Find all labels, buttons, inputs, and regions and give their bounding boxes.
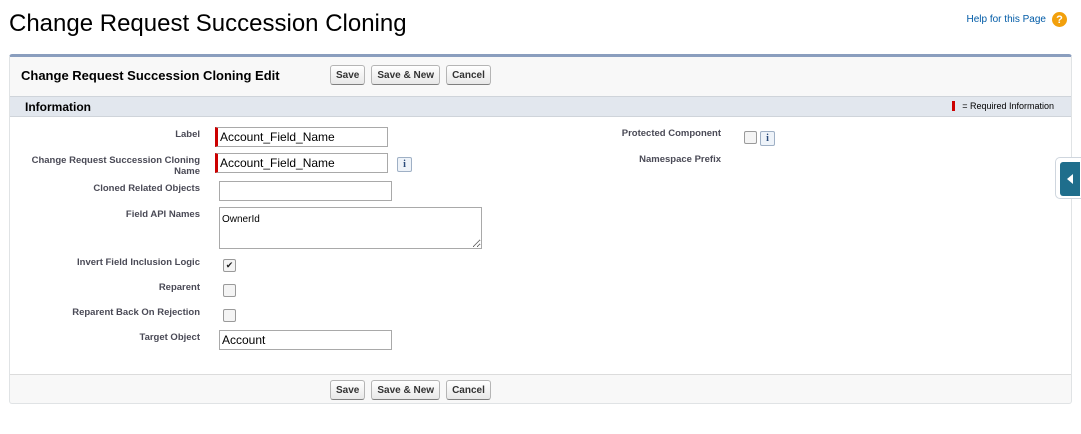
- namespace-prefix-label: Namespace Prefix: [639, 154, 721, 165]
- section-title: Information: [25, 100, 91, 114]
- cloning-name-label: Change Request Succession Cloning Name: [31, 155, 200, 177]
- reparent-label: Reparent: [158, 282, 200, 293]
- edit-page-block: Change Request Succession Cloning Edit S…: [9, 54, 1072, 404]
- cloning-name-input[interactable]: [215, 153, 388, 173]
- reparent-back-checkbox[interactable]: [223, 309, 236, 322]
- field-api-names-label: Field API Names: [125, 209, 200, 220]
- protected-component-checkbox[interactable]: [744, 131, 757, 144]
- label-field-label: Label: [175, 129, 200, 140]
- target-object-input[interactable]: [219, 330, 392, 350]
- reparent-back-label: Reparent Back On Rejection: [72, 307, 200, 318]
- page-block-title: Change Request Succession Cloning Edit: [21, 68, 280, 83]
- required-legend-text: = Required Information: [962, 101, 1054, 111]
- save-and-new-button[interactable]: Save & New: [371, 380, 441, 400]
- required-indicator-icon: [952, 101, 956, 111]
- save-button[interactable]: Save: [330, 380, 366, 400]
- page-title: Change Request Succession Cloning: [9, 10, 407, 37]
- cloned-related-objects-input[interactable]: [219, 181, 392, 201]
- required-legend: = Required Information: [952, 101, 1054, 111]
- bottom-button-row: Save Save & New Cancel: [330, 380, 491, 400]
- sidebar-toggle-handle[interactable]: [1060, 162, 1080, 196]
- invert-logic-checkbox[interactable]: ✔: [223, 259, 236, 272]
- field-api-names-textarea[interactable]: OwnerId: [219, 207, 482, 249]
- section-body: Label Change Request Succession Cloning …: [10, 117, 1071, 374]
- help-link-area[interactable]: Help for this Page ?: [967, 12, 1067, 27]
- help-question-icon[interactable]: ?: [1052, 12, 1067, 27]
- help-link[interactable]: Help for this Page: [967, 14, 1047, 25]
- cloned-related-objects-label: Cloned Related Objects: [93, 183, 200, 194]
- page-block-header: Change Request Succession Cloning Edit S…: [10, 57, 1071, 93]
- sidebar-toggle-tab[interactable]: [1055, 157, 1081, 199]
- label-input[interactable]: [215, 127, 388, 147]
- target-object-label: Target Object: [139, 332, 200, 343]
- section-header-information: Information = Required Information: [10, 96, 1071, 117]
- save-button[interactable]: Save: [330, 65, 366, 85]
- top-button-row: Save Save & New Cancel: [330, 65, 491, 85]
- chevron-left-icon: [1067, 174, 1073, 184]
- info-icon[interactable]: i: [760, 131, 775, 146]
- cancel-button[interactable]: Cancel: [446, 380, 491, 400]
- footer-divider: [10, 374, 1071, 375]
- save-and-new-button[interactable]: Save & New: [371, 65, 441, 85]
- protected-component-label: Protected Component: [621, 128, 721, 139]
- reparent-checkbox[interactable]: [223, 284, 236, 297]
- info-icon[interactable]: i: [397, 157, 412, 172]
- cancel-button[interactable]: Cancel: [446, 65, 491, 85]
- invert-logic-label: Invert Field Inclusion Logic: [77, 257, 200, 268]
